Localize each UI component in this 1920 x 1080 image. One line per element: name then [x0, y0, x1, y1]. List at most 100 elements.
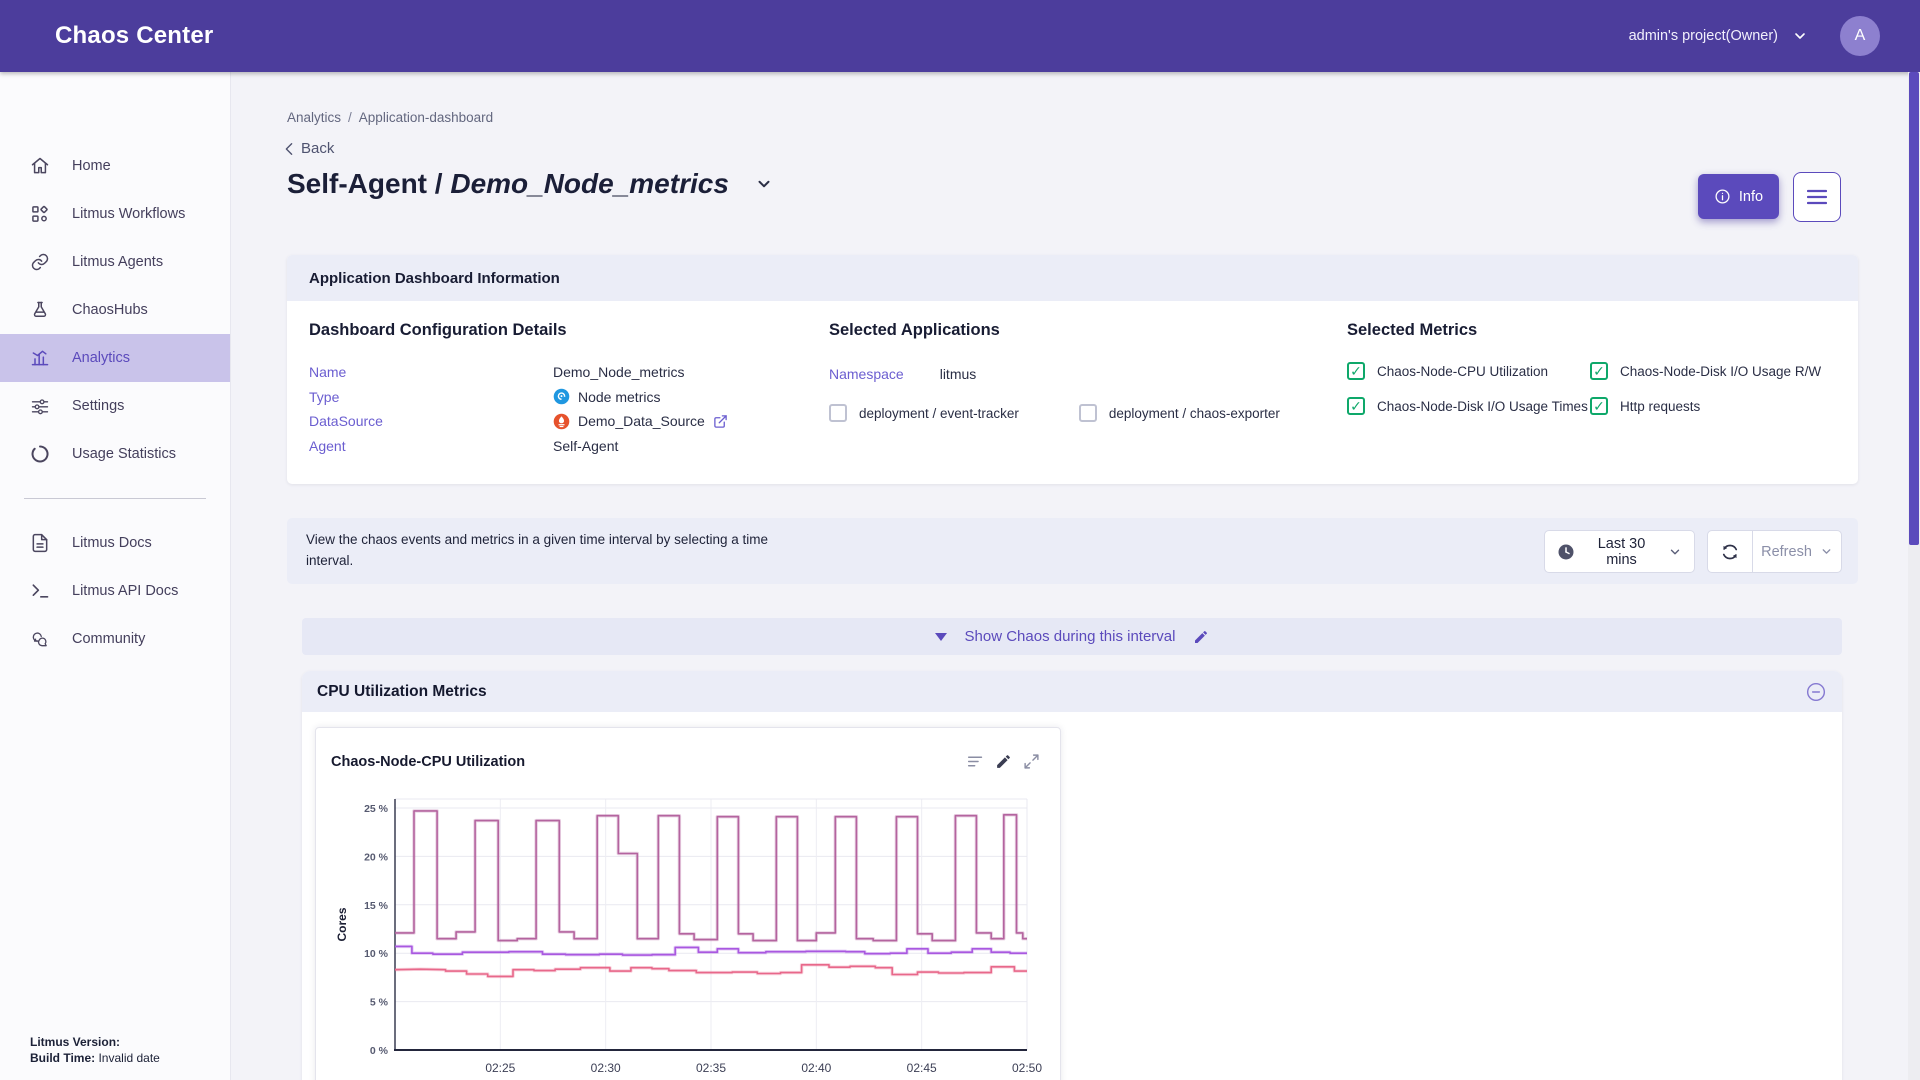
sidebar-item-label: Litmus Docs: [72, 535, 152, 551]
show-chaos-toggle[interactable]: Show Chaos during this interval: [302, 618, 1842, 655]
project-selector-label[interactable]: admin's project(Owner): [1629, 28, 1778, 44]
sidebar-item-community[interactable]: Community: [0, 615, 230, 663]
sidebar-item-litmus-docs[interactable]: Litmus Docs: [0, 519, 230, 567]
node-metrics-icon: [553, 388, 570, 405]
chart-edit-pencil-icon[interactable]: [995, 753, 1012, 770]
checked-checkbox[interactable]: ✓: [1590, 397, 1608, 415]
top-header: Chaos Center admin's project(Owner) A: [0, 0, 1920, 72]
config-row-datasource: DataSourceDemo_Data_Source: [309, 409, 728, 434]
sidebar: Home Litmus Workflows Litmus Agents ChaosHu…: [0, 72, 231, 1080]
info-icon: [1714, 188, 1731, 205]
avatar[interactable]: A: [1840, 16, 1880, 56]
info-button[interactable]: Info: [1698, 174, 1779, 219]
svg-text:02:50: 02:50: [1012, 1061, 1042, 1075]
build-time-label: Build Time:: [30, 1051, 95, 1065]
refresh-interval-dropdown[interactable]: Refresh: [1753, 531, 1841, 572]
svg-text:0 %: 0 %: [370, 1045, 389, 1057]
prometheus-icon: [553, 413, 570, 430]
checkbox-label: Chaos-Node-Disk I/O Usage R/W: [1620, 364, 1821, 379]
selected-metrics: Selected Metrics ✓Chaos-Node-CPU Utiliza…: [1347, 321, 1821, 415]
chart-legend-icon[interactable]: [967, 753, 984, 770]
chevron-left-icon: [283, 142, 295, 156]
clock-icon: [1557, 543, 1575, 561]
litmus-version-label: Litmus Version:: [30, 1035, 120, 1049]
collapse-panel-icon[interactable]: [1806, 682, 1826, 702]
sidebar-item-label: Analytics: [72, 350, 130, 366]
chevron-down-icon: [1820, 545, 1833, 558]
cpu-utilization-chart[interactable]: 0 %5 %10 %15 %20 %25 %02:2502:3002:3502:…: [316, 776, 1062, 1080]
back-button[interactable]: Back: [283, 140, 334, 157]
settings-icon: [30, 396, 50, 416]
scrollbar-thumb[interactable]: [1909, 72, 1919, 545]
selected-applications-title: Selected Applications: [829, 321, 1280, 340]
edit-pencil-icon[interactable]: [1193, 629, 1209, 645]
show-chaos-label: Show Chaos during this interval: [965, 628, 1176, 645]
main-content: Analytics/Application-dashboard Back Sel…: [231, 72, 1908, 1080]
sidebar-item-home[interactable]: Home: [0, 142, 230, 190]
sidebar-item-label: ChaosHubs: [72, 302, 148, 318]
info-button-label: Info: [1739, 189, 1763, 205]
config-value: Node metrics: [553, 388, 660, 405]
sidebar-item-label: Usage Statistics: [72, 446, 176, 462]
usage-statistics-icon: [30, 444, 50, 464]
sidebar-item-chaoshubs[interactable]: ChaosHubs: [0, 286, 230, 334]
page-scrollbar[interactable]: [1908, 72, 1920, 1080]
chevron-down-icon[interactable]: [1792, 28, 1808, 44]
docs-icon: [30, 533, 50, 553]
cpu-utilization-metrics-panel: CPU Utilization Metrics Chaos-Node-CPU U…: [302, 671, 1842, 1080]
application-dashboard-information-panel: Application Dashboard Information Dashbo…: [287, 255, 1858, 484]
sidebar-item-usage-statistics[interactable]: Usage Statistics: [0, 430, 230, 478]
checked-checkbox[interactable]: ✓: [1347, 397, 1365, 415]
dashboard-menu-button[interactable]: [1793, 172, 1841, 222]
config-value: Demo_Data_Source: [553, 413, 728, 430]
checkbox-item: ✓ Chaos-Node-Disk I/O Usage Times: [1347, 397, 1590, 415]
app-title: Chaos Center: [55, 22, 213, 50]
config-value: Demo_Node_metrics: [553, 364, 685, 380]
checkbox-label: Chaos-Node-Disk I/O Usage Times: [1377, 399, 1588, 414]
time-interval-description: View the chaos events and metrics in a g…: [306, 530, 776, 572]
external-link-icon[interactable]: [713, 414, 728, 429]
breadcrumb-application-dashboard[interactable]: Application-dashboard: [359, 110, 493, 125]
breadcrumb-analytics[interactable]: Analytics: [287, 110, 341, 125]
unchecked-checkbox[interactable]: [1079, 404, 1097, 422]
dashboard-switcher-chevron-icon[interactable]: [755, 175, 773, 193]
home-icon: [30, 156, 50, 176]
sidebar-item-litmus-agents[interactable]: Litmus Agents: [0, 238, 230, 286]
chart-expand-icon[interactable]: [1023, 753, 1040, 770]
chart-title: Chaos-Node-CPU Utilization: [331, 754, 525, 770]
sidebar-item-litmus-workflows[interactable]: Litmus Workflows: [0, 190, 230, 238]
chevron-down-icon: [1668, 545, 1682, 559]
refresh-icon: [1720, 542, 1740, 562]
sidebar-item-label: Home: [72, 158, 111, 174]
sidebar-item-label: Litmus Workflows: [72, 206, 185, 222]
svg-text:02:25: 02:25: [485, 1061, 515, 1075]
svg-text:02:30: 02:30: [591, 1061, 621, 1075]
checkbox-label: deployment / event-tracker: [859, 406, 1019, 421]
sidebar-item-settings[interactable]: Settings: [0, 382, 230, 430]
sidebar-item-litmus-api-docs[interactable]: Litmus API Docs: [0, 567, 230, 615]
y-axis-label: Cores: [335, 907, 349, 941]
checked-checkbox[interactable]: ✓: [1590, 362, 1608, 380]
chart-card: Chaos-Node-CPU Utilization 0 %5 %10 %15 …: [315, 727, 1061, 1080]
config-label: Name: [309, 364, 553, 380]
config-row-name: NameDemo_Node_metrics: [309, 360, 728, 385]
config-label: Type: [309, 389, 553, 405]
panel-title: Application Dashboard Information: [309, 270, 560, 287]
svg-text:20 %: 20 %: [364, 851, 389, 863]
checkbox-item: deployment / chaos-exporter: [1079, 404, 1280, 422]
refresh-now-button[interactable]: [1708, 531, 1753, 572]
sidebar-item-label: Litmus Agents: [72, 254, 163, 270]
checkbox-item: deployment / event-tracker: [829, 404, 1019, 422]
unchecked-checkbox[interactable]: [829, 404, 847, 422]
selected-metrics-title: Selected Metrics: [1347, 321, 1821, 340]
checked-checkbox[interactable]: ✓: [1347, 362, 1365, 380]
sidebar-item-analytics[interactable]: Analytics: [0, 334, 230, 382]
checkbox-item: ✓ Chaos-Node-Disk I/O Usage R/W: [1590, 362, 1821, 380]
selected-applications: Selected Applications Namespace litmus d…: [829, 321, 1280, 422]
sidebar-divider: [24, 498, 206, 499]
time-range-selector[interactable]: Last 30 mins: [1544, 530, 1695, 573]
config-value: Self-Agent: [553, 438, 618, 454]
svg-text:02:45: 02:45: [907, 1061, 937, 1075]
build-time-value: Invalid date: [98, 1051, 159, 1065]
community-icon: [30, 629, 50, 649]
